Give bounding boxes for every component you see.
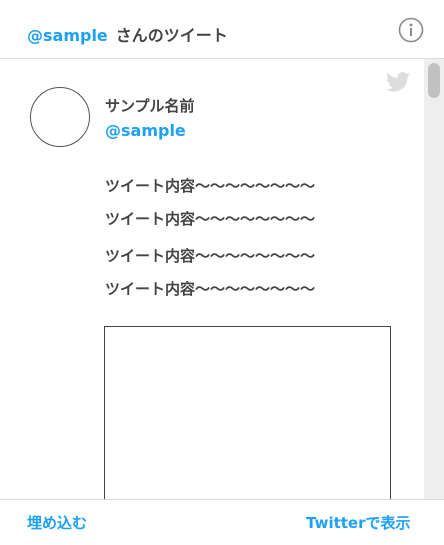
header-handle-link[interactable]: @sample — [27, 26, 108, 45]
tweet-text-line: ツイート内容〜〜〜〜〜〜〜〜 — [105, 210, 316, 228]
timeline-header: @sample さんのツイート — [0, 0, 444, 59]
tweet-media-placeholder[interactable] — [104, 326, 391, 499]
avatar[interactable] — [30, 87, 90, 147]
scrollbar-thumb[interactable] — [428, 63, 440, 98]
author-name[interactable]: サンプル名前 — [105, 97, 195, 115]
header-title: @sample さんのツイート — [27, 26, 228, 46]
tweet-text-line: ツイート内容〜〜〜〜〜〜〜〜 — [105, 280, 316, 298]
header-title-suffix: さんのツイート — [115, 26, 228, 45]
timeline-content: サンプル名前 @sample ツイート内容〜〜〜〜〜〜〜〜 ツイート内容〜〜〜〜… — [0, 59, 424, 499]
info-icon[interactable] — [398, 17, 424, 43]
author-handle[interactable]: @sample — [105, 121, 186, 141]
tweet-text-line: ツイート内容〜〜〜〜〜〜〜〜 — [105, 177, 316, 195]
scrollbar-track[interactable] — [424, 59, 444, 499]
tweet-text-line: ツイート内容〜〜〜〜〜〜〜〜 — [105, 247, 316, 265]
twitter-bird-icon[interactable] — [386, 71, 410, 93]
embed-link[interactable]: 埋め込む — [27, 514, 87, 532]
timeline-footer: 埋め込む Twitterで表示 — [0, 499, 444, 545]
view-on-twitter-link[interactable]: Twitterで表示 — [306, 514, 411, 532]
